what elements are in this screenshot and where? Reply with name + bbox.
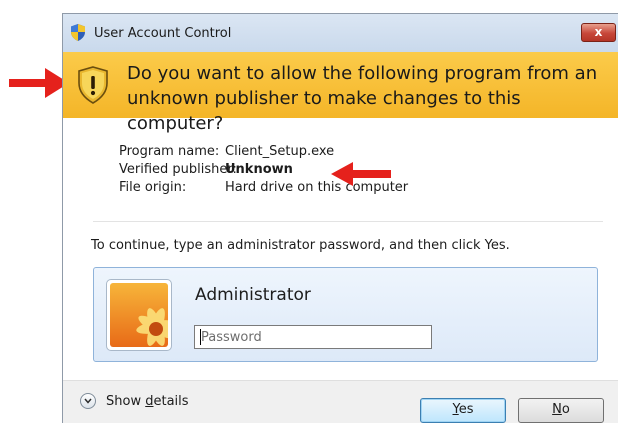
banner-question: Do you want to allow the following progr… bbox=[127, 63, 598, 134]
program-name-value: Client_Setup.exe bbox=[225, 144, 335, 159]
screenshot-canvas: User Account Control x Do you want to al… bbox=[0, 0, 618, 423]
no-button[interactable]: No bbox=[518, 398, 604, 423]
warning-banner: Do you want to allow the following progr… bbox=[63, 52, 618, 134]
flower-avatar bbox=[106, 279, 172, 351]
dialog-footer: Show details Yes No bbox=[63, 380, 618, 423]
credential-tile[interactable]: Administrator bbox=[93, 267, 598, 362]
program-name-label: Program name: bbox=[119, 144, 220, 159]
warning-shield-icon bbox=[78, 66, 108, 104]
divider bbox=[93, 221, 603, 222]
show-details-label: Show details bbox=[106, 393, 189, 409]
file-origin-label: File origin: bbox=[119, 180, 187, 195]
red-arrow-icon-publisher bbox=[331, 162, 391, 186]
program-name-row: Program name: Client_Setup.exe bbox=[119, 143, 408, 161]
show-details-toggle[interactable]: Show details bbox=[80, 393, 189, 409]
uac-shield-icon bbox=[71, 24, 85, 41]
yes-button[interactable]: Yes bbox=[420, 398, 506, 423]
close-icon: x bbox=[594, 25, 603, 39]
text-caret bbox=[200, 329, 201, 345]
password-input[interactable] bbox=[194, 325, 432, 349]
publisher-value: Unknown bbox=[225, 162, 293, 177]
avatar-image bbox=[110, 283, 168, 347]
chevron-down-icon bbox=[80, 393, 96, 409]
publisher-label: Verified publisher: bbox=[119, 162, 237, 177]
username-label: Administrator bbox=[195, 285, 311, 305]
instructions-text: To continue, type an administrator passw… bbox=[91, 238, 510, 253]
uac-dialog: User Account Control x Do you want to al… bbox=[62, 13, 618, 423]
window-title: User Account Control bbox=[94, 26, 232, 41]
close-button[interactable]: x bbox=[581, 23, 616, 42]
title-bar: User Account Control x bbox=[63, 14, 618, 52]
